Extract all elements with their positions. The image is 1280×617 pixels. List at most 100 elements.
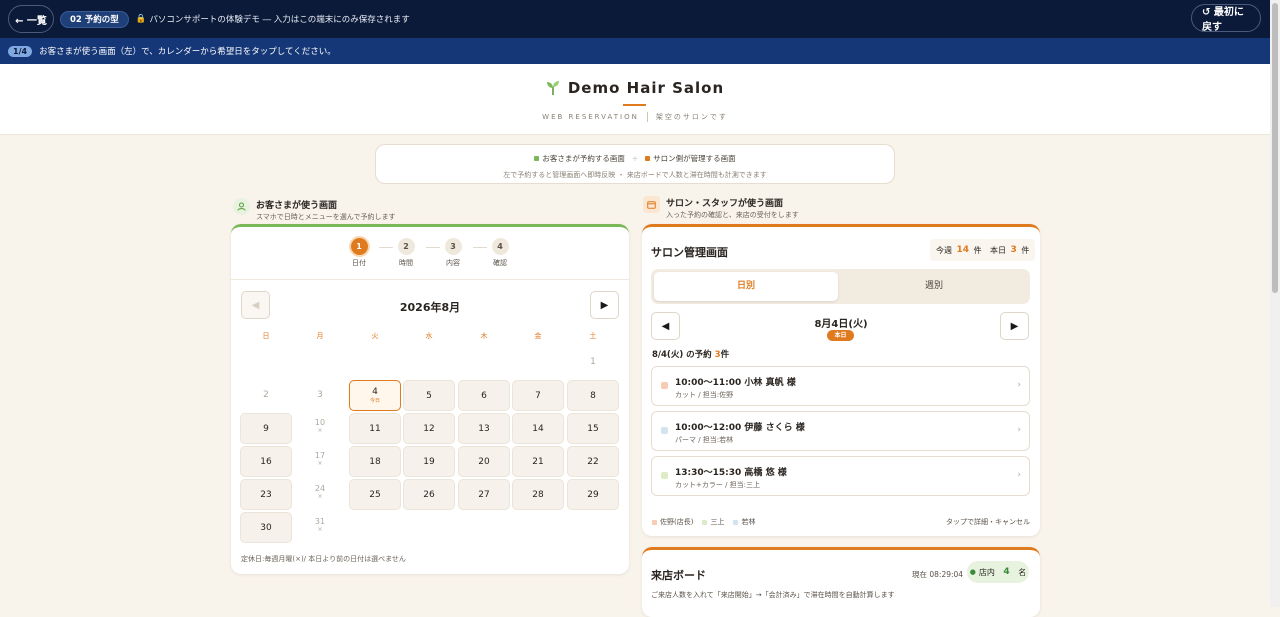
calendar-day[interactable]: 22 [567, 446, 619, 477]
calendar-day[interactable]: 28 [512, 479, 564, 510]
legend-note: 左で予約すると管理画面へ即時反映 ・ 来店ボードで人数と滞在時間も計測できます [503, 171, 767, 179]
calendar-day[interactable]: 6 [458, 380, 510, 411]
calendar-footnote: 定休日:毎週月曜(×)/ 本日より前の日付は選べません [241, 555, 406, 563]
next-day-button[interactable]: ▶ [1000, 312, 1029, 340]
calendar-day: 2 [263, 390, 269, 400]
tap-note: タップで詳細・キャンセル [946, 518, 1030, 526]
view-tabs: 日別 週別 [651, 269, 1030, 304]
calendar-day[interactable]: 9 [240, 413, 292, 444]
calendar-day[interactable]: 18 [349, 446, 401, 477]
weekday-label: 木 [480, 332, 488, 340]
salon-header: Demo Hair Salon WEB RESERVATION 架空のサロンです [0, 64, 1270, 135]
calendar-day: 1 [590, 357, 596, 367]
weekday-label: 金 [534, 332, 542, 340]
staff-color-dot [661, 472, 668, 479]
chevron-right-icon: ▶ [600, 299, 609, 311]
calendar-day[interactable]: 15 [567, 413, 619, 444]
calendar-day[interactable]: 12 [403, 413, 455, 444]
appointment-item[interactable]: 13:30〜15:30 高橋 悠 様 カット+カラー / 担当:三上 › [651, 456, 1030, 496]
tab-daily[interactable]: 日別 [654, 272, 838, 301]
title-underline [623, 104, 646, 106]
screen-legend: お客さまが予約する画面 + サロン側が管理する画面 左で予約すると管理画面へ即時… [375, 144, 895, 184]
chevron-right-icon: › [1017, 425, 1021, 435]
chevron-right-icon: › [1017, 470, 1021, 480]
chevron-right-icon: ▶ [1010, 320, 1019, 332]
calendar-day[interactable]: 27 [458, 479, 510, 510]
calendar-day: 3 [317, 390, 323, 400]
today-count-stat: 本日 3 件 [984, 239, 1036, 261]
demo-note: 🔒 パソコンサポートの体験デモ ― 入力はこの端末にのみ保存されます [136, 13, 410, 25]
calendar-day[interactable]: 11 [349, 413, 401, 444]
web-reservation-label: WEB RESERVATION [542, 113, 639, 121]
today-label: 今日 [369, 398, 380, 404]
sprout-icon [546, 81, 559, 95]
today-badge: 本日 [827, 330, 854, 341]
back-to-list-button[interactable]: ← 一覧 [8, 5, 54, 33]
calendar-day[interactable]: 7 [512, 380, 564, 411]
appointment-item[interactable]: 10:00〜12:00 伊藤 さくら 様 パーマ / 担当:若林 › [651, 411, 1030, 451]
demo-note-text: パソコンサポートの体験デモ ― 入力はこの端末にのみ保存されます [149, 15, 410, 25]
current-time: 現在 08:29:04 [912, 570, 964, 579]
scrollbar-thumb[interactable] [1272, 3, 1278, 293]
staff-color-dot [661, 382, 668, 389]
step-time: 2 時間 [386, 238, 426, 268]
customer-calendar-card: 1 日付 2 時間 3 内容 4 確認 ◀ 2026年8月 ▶ 日月火水木金土 … [231, 224, 629, 574]
calendar-icon [643, 196, 660, 213]
closed-mark: × [317, 493, 323, 500]
weekday-label: 月 [316, 332, 324, 340]
admin-title: サロン管理画面 [651, 246, 728, 259]
divider [646, 112, 648, 122]
calendar-day[interactable]: 16 [240, 446, 292, 477]
salon-section-title: サロン・スタッフが使う画面 [666, 199, 784, 209]
appointment-item[interactable]: 10:00〜11:00 小林 真帆 様 カット / 担当:佐野 › [651, 366, 1030, 406]
calendar-day[interactable]: 21 [512, 446, 564, 477]
staff-color-dot [661, 427, 668, 434]
weekday-label: 土 [589, 332, 597, 340]
calendar-day[interactable]: 20 [458, 446, 510, 477]
step-date: 1 日付 [339, 238, 379, 268]
weekday-label: 日 [262, 332, 270, 340]
board-note: ご来店人数を入れて「来店開始」→「会計済み」で滞在時間を自動計算します [651, 591, 895, 599]
calendar-day[interactable]: 8 [567, 380, 619, 411]
person-icon [233, 198, 250, 215]
tab-weekly[interactable]: 週別 [842, 272, 1026, 301]
calendar-day[interactable]: 13 [458, 413, 510, 444]
staff-legend: 佐野(店長) 三上 若林 [652, 517, 755, 527]
weekday-label: 火 [371, 332, 379, 340]
month-label: 2026年8月 [399, 301, 461, 314]
salon-section-header: サロン・スタッフが使う画面 入った予約の確認と、来店の受付をします [643, 196, 799, 220]
in-store-count-badge: ● 店内 4 名 [967, 561, 1029, 583]
calendar-day[interactable]: 25 [349, 479, 401, 510]
fictional-note: 架空のサロンです [655, 113, 728, 121]
customer-section-subtitle: スマホで日時とメニューを選んで予約します [256, 213, 396, 221]
step-content: 3 内容 [433, 238, 473, 268]
calendar-day[interactable]: 5 [403, 380, 455, 411]
calendar-day[interactable]: 29 [567, 479, 619, 510]
calendar-day[interactable]: 19 [403, 446, 455, 477]
weekday-label: 水 [425, 332, 433, 340]
next-month-button[interactable]: ▶ [590, 291, 619, 319]
calendar-day[interactable]: 26 [403, 479, 455, 510]
divider [231, 279, 629, 280]
lock-icon: 🔒 [135, 14, 147, 24]
calendar-day[interactable]: 30 [240, 512, 292, 543]
legend-salon: サロン側が管理する画面 [645, 153, 736, 164]
salon-section-subtitle: 入った予約の確認と、来店の受付をします [666, 211, 799, 219]
calendar-day[interactable]: 4 今日 [349, 380, 401, 411]
board-title: 来店ボード [651, 569, 706, 582]
pattern-badge: 02 予約の型 [60, 10, 129, 28]
reset-button[interactable]: ↺ 最初に戻す [1191, 4, 1261, 33]
staff-legend-item: 佐野(店長) [652, 517, 693, 527]
calendar-day[interactable]: 14 [512, 413, 564, 444]
legend-customer: お客さまが予約する画面 [534, 153, 625, 164]
top-bar: ← 一覧 02 予約の型 🔒 パソコンサポートの体験デモ ― 入力はこの端末にの… [0, 0, 1270, 38]
calendar-day[interactable]: 23 [240, 479, 292, 510]
salon-title: Demo Hair Salon [567, 79, 725, 97]
instruction-bar: 1/4 お客さまが使う画面（左）で、カレンダーから希望日をタップしてください。 [0, 38, 1270, 64]
calendar-day: 24 × [294, 479, 346, 510]
status-dot-icon: ● [969, 568, 976, 576]
calendar-day: 17 × [294, 446, 346, 477]
staff-legend-item: 三上 [702, 517, 724, 527]
step-confirm: 4 確認 [480, 238, 520, 268]
week-count-stat: 今週 14 件 [930, 239, 988, 261]
